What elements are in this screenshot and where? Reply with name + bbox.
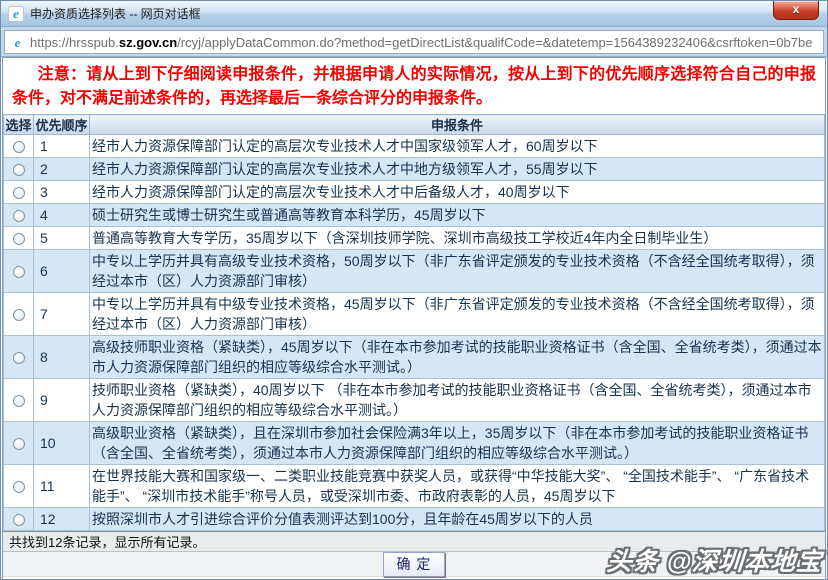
radio-button[interactable] [13, 309, 25, 321]
priority-order: 5 [34, 227, 90, 250]
radio-button[interactable] [13, 141, 25, 153]
priority-order: 1 [34, 135, 90, 158]
radio-button[interactable] [13, 438, 25, 450]
radio-button[interactable] [13, 266, 25, 278]
radio-button[interactable] [13, 514, 25, 526]
table-row: 7 中专以上学历并具有中级专业技术资格，45周岁以下（非广东省评定颁发的专业技术… [4, 293, 825, 336]
table-row: 9 技师职业资格（紧缺类），40周岁以下 （非在本市参加考试的技能职业资格证书（… [4, 379, 825, 422]
condition-text: 经市人力资源保障部门认定的高层次专业技术人才中国家级领军人才，60周岁以下 [90, 135, 825, 158]
url-rest: /rcyj/applyDataCommon.do?method=getDirec… [177, 35, 812, 50]
radio-button[interactable] [13, 233, 25, 245]
condition-text: 技师职业资格（紧缺类），40周岁以下 （非在本市参加考试的技能职业资格证书（含全… [90, 379, 825, 422]
condition-text: 中专以上学历并具有中级专业技术资格，45周岁以下（非广东省评定颁发的专业技术资格… [90, 293, 825, 336]
condition-text: 硕士研究生或博士研究生或普通高等教育本科学历，45周岁以下 [90, 204, 825, 227]
notice-text: 注意：请从上到下仔细阅读申报条件，并根据申请人的实际情况，按从上到下的优先顺序选… [3, 58, 825, 114]
url-field[interactable]: e https://hrsspub.sz.gov.cn/rcyj/applyDa… [4, 30, 824, 54]
condition-text: 普通高等教育大专学历，35周岁以下（含深圳技师学院、深圳市高级技工学校近4年内全… [90, 227, 825, 250]
confirm-button[interactable]: 确 定 [383, 552, 446, 577]
condition-text: 在世界技能大赛和国家级一、二类职业技能竞赛中获奖人员，或获得“中华技能大奖”、 … [90, 465, 825, 508]
priority-order: 10 [34, 422, 90, 465]
url-prefix: https://hrsspub. [30, 35, 119, 50]
priority-order: 9 [34, 379, 90, 422]
dialog-title: 申办资质选择列表 -- 网页对话框 [30, 5, 201, 22]
radio-button[interactable] [13, 352, 25, 364]
priority-order: 11 [34, 465, 90, 508]
close-icon[interactable]: x [773, 1, 819, 20]
table-row: 10 高级职业资格（紧缺类），且在深圳市参加社会保险满3年以上，35周岁以下（非… [4, 422, 825, 465]
table-header-row: 选择 优先顺序 申报条件 [4, 115, 825, 135]
priority-order: 8 [34, 336, 90, 379]
table-row: 11 在世界技能大赛和国家级一、二类职业技能竞赛中获奖人员，或获得“中华技能大奖… [4, 465, 825, 508]
condition-text: 高级技师职业资格（紧缺类），45周岁以下（非在本市参加考试的技能职业资格证书（含… [90, 336, 825, 379]
condition-text: 高级职业资格（紧缺类），且在深圳市参加社会保险满3年以上，35周岁以下（非在本市… [90, 422, 825, 465]
radio-button[interactable] [13, 187, 25, 199]
header-select: 选择 [4, 115, 34, 135]
conditions-table: 选择 优先顺序 申报条件 1 经市人力资源保障部门认定的高层次专业技术人才中国家… [3, 114, 825, 531]
table-row: 4 硕士研究生或博士研究生或普通高等教育本科学历，45周岁以下 [4, 204, 825, 227]
condition-text: 中专以上学历并具有高级专业技术资格，50周岁以下（非广东省评定颁发的专业技术资格… [90, 250, 825, 293]
priority-order: 2 [34, 158, 90, 181]
radio-button[interactable] [13, 481, 25, 493]
radio-button[interactable] [13, 395, 25, 407]
button-bar: 确 定 [3, 552, 825, 577]
priority-order: 6 [34, 250, 90, 293]
ie-icon-small: e [10, 35, 25, 50]
radio-button[interactable] [13, 164, 25, 176]
address-bar: e https://hrsspub.sz.gov.cn/rcyj/applyDa… [1, 27, 827, 57]
priority-order: 7 [34, 293, 90, 336]
table-row: 5 普通高等教育大专学历，35周岁以下（含深圳技师学院、深圳市高级技工学校近4年… [4, 227, 825, 250]
header-priority-order: 优先顺序 [34, 115, 90, 135]
ie-icon: e [8, 6, 24, 22]
table-row: 1 经市人力资源保障部门认定的高层次专业技术人才中国家级领军人才，60周岁以下 [4, 135, 825, 158]
priority-order: 4 [34, 204, 90, 227]
dialog-content: 注意：请从上到下仔细阅读申报条件，并根据申请人的实际情况，按从上到下的优先顺序选… [2, 57, 826, 579]
table-row: 2 经市人力资源保障部门认定的高层次专业技术人才中地方级领军人才，55周岁以下 [4, 158, 825, 181]
condition-text: 经市人力资源保障部门认定的高层次专业技术人才中地方级领军人才，55周岁以下 [90, 158, 825, 181]
url-domain: sz.gov.cn [119, 35, 177, 50]
records-summary: 共找到12条记录，显示所有记录。 [3, 531, 825, 552]
dialog-window: e 申办资质选择列表 -- 网页对话框 x e https://hrsspub.… [0, 0, 828, 580]
title-bar: e 申办资质选择列表 -- 网页对话框 x [1, 1, 827, 27]
table-row: 8 高级技师职业资格（紧缺类），45周岁以下（非在本市参加考试的技能职业资格证书… [4, 336, 825, 379]
table-row: 6 中专以上学历并具有高级专业技术资格，50周岁以下（非广东省评定颁发的专业技术… [4, 250, 825, 293]
condition-text: 按照深圳市人才引进综合评价分值表测评达到100分，且年龄在45周岁以下的人员 [90, 508, 825, 531]
priority-order: 3 [34, 181, 90, 204]
priority-order: 12 [34, 508, 90, 531]
table-row: 3 经市人力资源保障部门认定的高层次专业技术人才中后备级人才，40周岁以下 [4, 181, 825, 204]
header-condition: 申报条件 [90, 115, 825, 135]
table-row: 12 按照深圳市人才引进综合评价分值表测评达到100分，且年龄在45周岁以下的人… [4, 508, 825, 531]
radio-button[interactable] [13, 210, 25, 222]
condition-text: 经市人力资源保障部门认定的高层次专业技术人才中后备级人才，40周岁以下 [90, 181, 825, 204]
